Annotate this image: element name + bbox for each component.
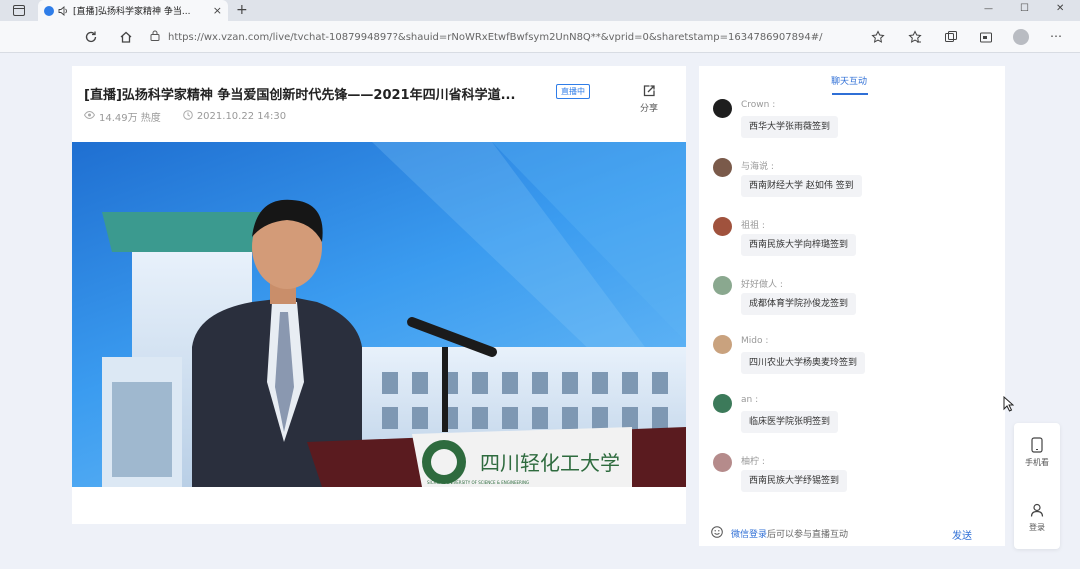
extensions-icon[interactable]: [979, 30, 993, 44]
user-avatar[interactable]: [713, 394, 732, 413]
favorites-icon[interactable]: [908, 30, 922, 44]
podium-school-subtext: SICHUAN UNIVERSITY OF SCIENCE & ENGINEER…: [427, 480, 529, 485]
emoji-icon[interactable]: [711, 525, 723, 541]
minimize-button[interactable]: —: [984, 4, 993, 14]
home-icon[interactable]: [119, 30, 133, 44]
chat-username: 柚柠 :: [741, 457, 765, 467]
live-datetime: 2021.10.22 14:30: [196, 111, 287, 122]
maximize-button[interactable]: ☐: [1020, 3, 1029, 14]
chat-message: Crown : 西华大学张雨薇签到: [713, 98, 993, 148]
share-label: 分享: [639, 104, 658, 114]
chat-input-area[interactable]: 微信登录 后可以参与直播互动: [711, 523, 993, 543]
user-avatar[interactable]: [713, 453, 732, 472]
site-favicon-icon: [44, 5, 54, 16]
chat-message: 祖祖 : 西南民族大学向梓璐签到: [713, 216, 993, 266]
new-tab-button[interactable]: +: [236, 2, 248, 18]
close-window-button[interactable]: ✕: [1056, 3, 1064, 14]
mobile-label: 手机看: [1025, 458, 1049, 467]
chat-username: 与海说 :: [741, 162, 774, 172]
active-tab-indicator: [832, 93, 868, 95]
login-button[interactable]: 登录: [1014, 503, 1060, 533]
chat-message: 柚柠 : 西南民族大学纾锡签到: [713, 452, 993, 502]
chat-message: 与海说 : 西南财经大学 赵如伟 签到: [713, 157, 993, 207]
chat-text: 四川农业大学杨奥麦玲签到: [741, 352, 866, 374]
chat-text: 西南民族大学向梓璐签到: [741, 234, 857, 256]
more-options-icon[interactable]: ⋯: [1050, 29, 1062, 43]
floating-side-panel: 手机看 登录: [1014, 423, 1060, 549]
chat-message: an : 临床医学院张明签到: [713, 393, 993, 443]
live-meta: 14.49万 热度 2021.10.22 14:30: [83, 109, 287, 124]
podium-school-name: 四川轻化工大学: [480, 451, 620, 475]
chat-message: Mido : 四川农业大学杨奥麦玲签到: [713, 334, 993, 384]
url-field[interactable]: https://wx.vzan.com/live/tvchat-10879948…: [150, 26, 850, 48]
chat-username: 好好做人 :: [741, 280, 783, 290]
wechat-login-link[interactable]: 微信登录: [731, 527, 767, 540]
chat-text: 西南财经大学 赵如伟 签到: [741, 175, 862, 197]
chat-panel: 聊天互动 Crown : 西华大学张雨薇签到 与海说 : 西南财经大学 赵如伟 …: [699, 66, 1005, 546]
clock-icon: [183, 110, 193, 123]
send-button[interactable]: 发送: [952, 527, 972, 542]
video-player[interactable]: 四川轻化工大学 SICHUAN UNIVERSITY OF SCIENCE & …: [72, 142, 686, 487]
add-favorite-icon[interactable]: [871, 30, 885, 44]
user-avatar[interactable]: [713, 99, 732, 118]
user-avatar[interactable]: [713, 276, 732, 295]
lock-icon: [150, 30, 160, 44]
chat-message: 好好做人 : 成都体育学院孙俊龙签到: [713, 275, 993, 325]
collections-icon[interactable]: [944, 30, 958, 44]
share-button[interactable]: 分享: [634, 84, 664, 114]
live-status-badge: 直播中: [556, 84, 590, 99]
video-frame-illustration: 四川轻化工大学 SICHUAN UNIVERSITY OF SCIENCE & …: [102, 142, 686, 487]
tab-actions-icon[interactable]: [12, 4, 26, 17]
address-bar: https://wx.vzan.com/live/tvchat-10879948…: [0, 21, 1080, 53]
close-tab-icon[interactable]: ×: [213, 4, 222, 17]
tab-chat-interaction[interactable]: 聊天互动: [819, 74, 879, 87]
tab-title: [直播]弘扬科学家精神 争当...: [73, 7, 191, 17]
share-icon: [634, 84, 664, 101]
user-avatar[interactable]: [713, 217, 732, 236]
watch-on-phone-button[interactable]: 手机看: [1014, 437, 1060, 468]
chat-text: 成都体育学院孙俊龙签到: [741, 293, 857, 315]
chat-username: Crown :: [741, 100, 776, 110]
chat-text: 西南民族大学纾锡签到: [741, 470, 848, 492]
view-count: 14.49万 热度: [99, 113, 161, 124]
live-panel: [直播]弘扬科学家精神 争当爱国创新时代先锋——2021年四川省科学道... 直…: [72, 66, 686, 524]
user-icon: [1014, 503, 1060, 522]
profile-avatar[interactable]: [1013, 29, 1029, 45]
chat-username: an :: [741, 395, 759, 405]
speaker-icon[interactable]: [58, 5, 68, 16]
user-avatar[interactable]: [713, 335, 732, 354]
active-tab[interactable]: [直播]弘扬科学家精神 争当... ×: [38, 0, 228, 21]
chat-username: 祖祖 :: [741, 221, 765, 231]
chat-username: Mido :: [741, 336, 769, 346]
eye-icon: [83, 110, 96, 122]
refresh-icon[interactable]: [84, 30, 98, 44]
chat-input-hint: 后可以参与直播互动: [767, 529, 849, 540]
user-avatar[interactable]: [713, 158, 732, 177]
chat-text: 临床医学院张明签到: [741, 411, 839, 433]
browser-tab-strip: [直播]弘扬科学家精神 争当... × + — ☐ ✕: [0, 0, 1080, 21]
phone-icon: [1014, 437, 1060, 457]
chat-text: 西华大学张雨薇签到: [741, 116, 839, 138]
live-title: [直播]弘扬科学家精神 争当爱国创新时代先锋——2021年四川省科学道...: [84, 88, 516, 103]
mouse-cursor-icon: [1003, 395, 1015, 416]
login-label: 登录: [1029, 523, 1045, 532]
url-text: https://wx.vzan.com/live/tvchat-10879948…: [168, 31, 823, 43]
